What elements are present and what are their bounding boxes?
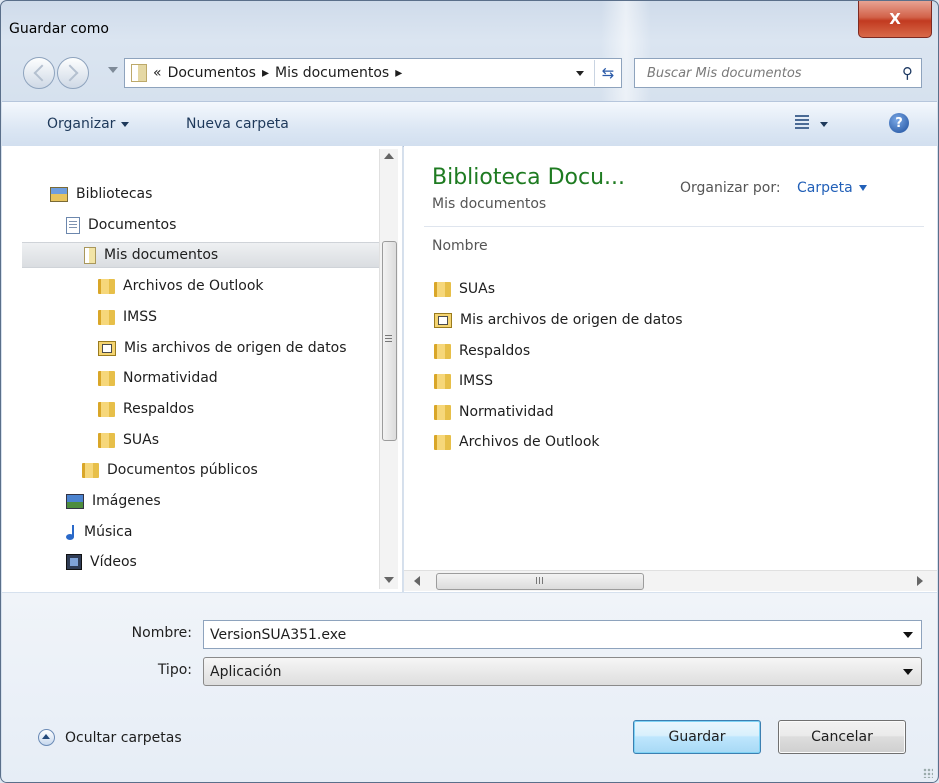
arrange-by-dropdown[interactable]: Carpeta <box>797 180 867 196</box>
scroll-right-icon[interactable] <box>917 576 923 586</box>
nav-item-bibliotecas[interactable]: Bibliotecas <box>50 181 152 207</box>
collapse-icon <box>38 729 55 746</box>
nav-item-origen-datos[interactable]: Mis archivos de origen de datos <box>98 335 347 361</box>
divider <box>424 226 924 227</box>
glass-reflection <box>601 1 651 111</box>
hide-folders-button[interactable]: Ocultar carpetas <box>38 729 182 746</box>
search-input[interactable]: Buscar Mis documentos <box>647 66 902 81</box>
navigation-scrollbar[interactable] <box>379 149 398 589</box>
list-item[interactable]: SUAs <box>434 276 495 302</box>
folder-icon <box>98 401 115 417</box>
file-name-combobox[interactable]: VersionSUA351.exe <box>203 620 922 649</box>
search-box[interactable]: Buscar Mis documentos ⚲ <box>634 58 922 88</box>
nav-item-normatividad[interactable]: Normatividad <box>98 365 218 391</box>
breadcrumb-overflow[interactable]: « <box>153 65 162 81</box>
save-button[interactable]: Guardar <box>633 720 761 754</box>
list-item[interactable]: Respaldos <box>434 338 530 364</box>
chevron-down-icon <box>858 185 867 191</box>
address-bar[interactable]: « Documentos ▸ Mis documentos ▸ ⇆ <box>124 58 622 88</box>
folder-icon <box>434 281 451 297</box>
close-button[interactable]: X <box>858 1 932 38</box>
address-dropdown-icon[interactable] <box>576 70 584 76</box>
scroll-up-icon[interactable] <box>384 153 394 159</box>
music-library-icon <box>66 524 76 540</box>
name-label: Nombre: <box>131 625 192 641</box>
folder-icon <box>98 309 115 325</box>
chevron-down-icon[interactable] <box>903 631 913 638</box>
library-title: Biblioteca Docu... <box>432 165 626 190</box>
file-type-value: Aplicación <box>210 663 282 680</box>
breadcrumb-documentos[interactable]: Documentos <box>168 65 256 81</box>
arrange-by-label: Organizar por: <box>680 180 781 196</box>
list-item[interactable]: IMSS <box>434 368 493 394</box>
nav-item-musica[interactable]: Música <box>66 519 132 545</box>
folder-icon <box>98 370 115 386</box>
help-icon[interactable]: ? <box>889 113 909 133</box>
list-item[interactable]: Mis archivos de origen de datos <box>434 307 683 333</box>
scroll-left-icon[interactable] <box>414 576 420 586</box>
back-button[interactable] <box>23 57 55 89</box>
file-type-select[interactable]: Aplicación <box>203 657 922 686</box>
recent-pages-icon[interactable] <box>108 67 118 73</box>
nav-item-documentos[interactable]: Documentos <box>66 212 176 238</box>
resize-grip-icon[interactable] <box>923 768 933 778</box>
forward-button[interactable] <box>57 57 89 89</box>
command-bar: Organizar Nueva carpeta ? <box>2 101 937 147</box>
folder-icon <box>434 404 451 420</box>
nav-item-mis-documentos[interactable]: Mis documentos <box>22 242 380 268</box>
libraries-icon <box>50 186 68 202</box>
file-name-input[interactable]: VersionSUA351.exe <box>210 627 903 643</box>
window-title: Guardar como <box>9 21 109 37</box>
my-documents-icon <box>84 246 96 264</box>
folder-icon <box>434 434 451 450</box>
cancel-button[interactable]: Cancelar <box>778 720 906 754</box>
type-label: Tipo: <box>157 662 192 678</box>
videos-library-icon <box>66 554 82 570</box>
data-source-folder-icon <box>434 312 452 328</box>
my-documents-icon <box>131 64 147 82</box>
scroll-down-icon[interactable] <box>384 577 394 583</box>
folder-icon <box>98 432 115 448</box>
new-folder-button[interactable]: Nueva carpeta <box>186 116 289 132</box>
nav-item-imagenes[interactable]: Imágenes <box>66 488 161 514</box>
save-options-panel: Nombre: VersionSUA351.exe Tipo: Aplicaci… <box>2 593 937 782</box>
documents-library-icon <box>66 216 80 234</box>
nav-item-suas[interactable]: SUAs <box>98 427 159 453</box>
list-item[interactable]: Archivos de Outlook <box>434 429 600 455</box>
chevron-down-icon[interactable] <box>903 668 913 675</box>
folder-icon <box>82 462 99 478</box>
breadcrumb-mis-documentos[interactable]: Mis documentos <box>275 65 389 81</box>
breadcrumb-separator-icon[interactable]: ▸ <box>395 65 402 81</box>
chevron-down-icon[interactable] <box>820 122 828 127</box>
breadcrumb: « Documentos ▸ Mis documentos ▸ <box>153 65 576 81</box>
grip-icon <box>536 577 544 584</box>
column-header-nombre[interactable]: Nombre <box>432 238 488 254</box>
nav-item-videos[interactable]: Vídeos <box>66 549 137 575</box>
nav-item-imss[interactable]: IMSS <box>98 304 157 330</box>
grip-icon <box>385 335 392 342</box>
refresh-icon[interactable]: ⇆ <box>594 60 621 86</box>
file-list-scrollbar[interactable] <box>404 570 937 591</box>
view-options-icon[interactable] <box>795 115 809 129</box>
search-icon[interactable]: ⚲ <box>902 64 913 82</box>
nav-item-documentos-publicos[interactable]: Documentos públicos <box>82 457 258 483</box>
save-as-dialog: Guardar como X « Documentos ▸ Mis docume… <box>0 0 939 783</box>
nav-item-archivos-outlook[interactable]: Archivos de Outlook <box>98 273 264 299</box>
navigation-pane: Bibliotecas Documentos Mis documentos Ar… <box>2 146 403 592</box>
folder-icon <box>434 373 451 389</box>
chevron-down-icon <box>121 121 130 127</box>
folder-icon <box>434 343 451 359</box>
list-item[interactable]: Normatividad <box>434 399 554 425</box>
breadcrumb-separator-icon[interactable]: ▸ <box>262 65 269 81</box>
folder-icon <box>98 278 115 294</box>
organize-button[interactable]: Organizar <box>47 116 130 132</box>
close-icon: X <box>889 10 901 28</box>
nav-item-respaldos[interactable]: Respaldos <box>98 396 194 422</box>
library-subtitle: Mis documentos <box>432 196 547 212</box>
pictures-library-icon <box>66 493 84 509</box>
data-source-folder-icon <box>98 340 116 356</box>
file-list-pane: Biblioteca Docu... Mis documentos Organi… <box>404 146 937 592</box>
